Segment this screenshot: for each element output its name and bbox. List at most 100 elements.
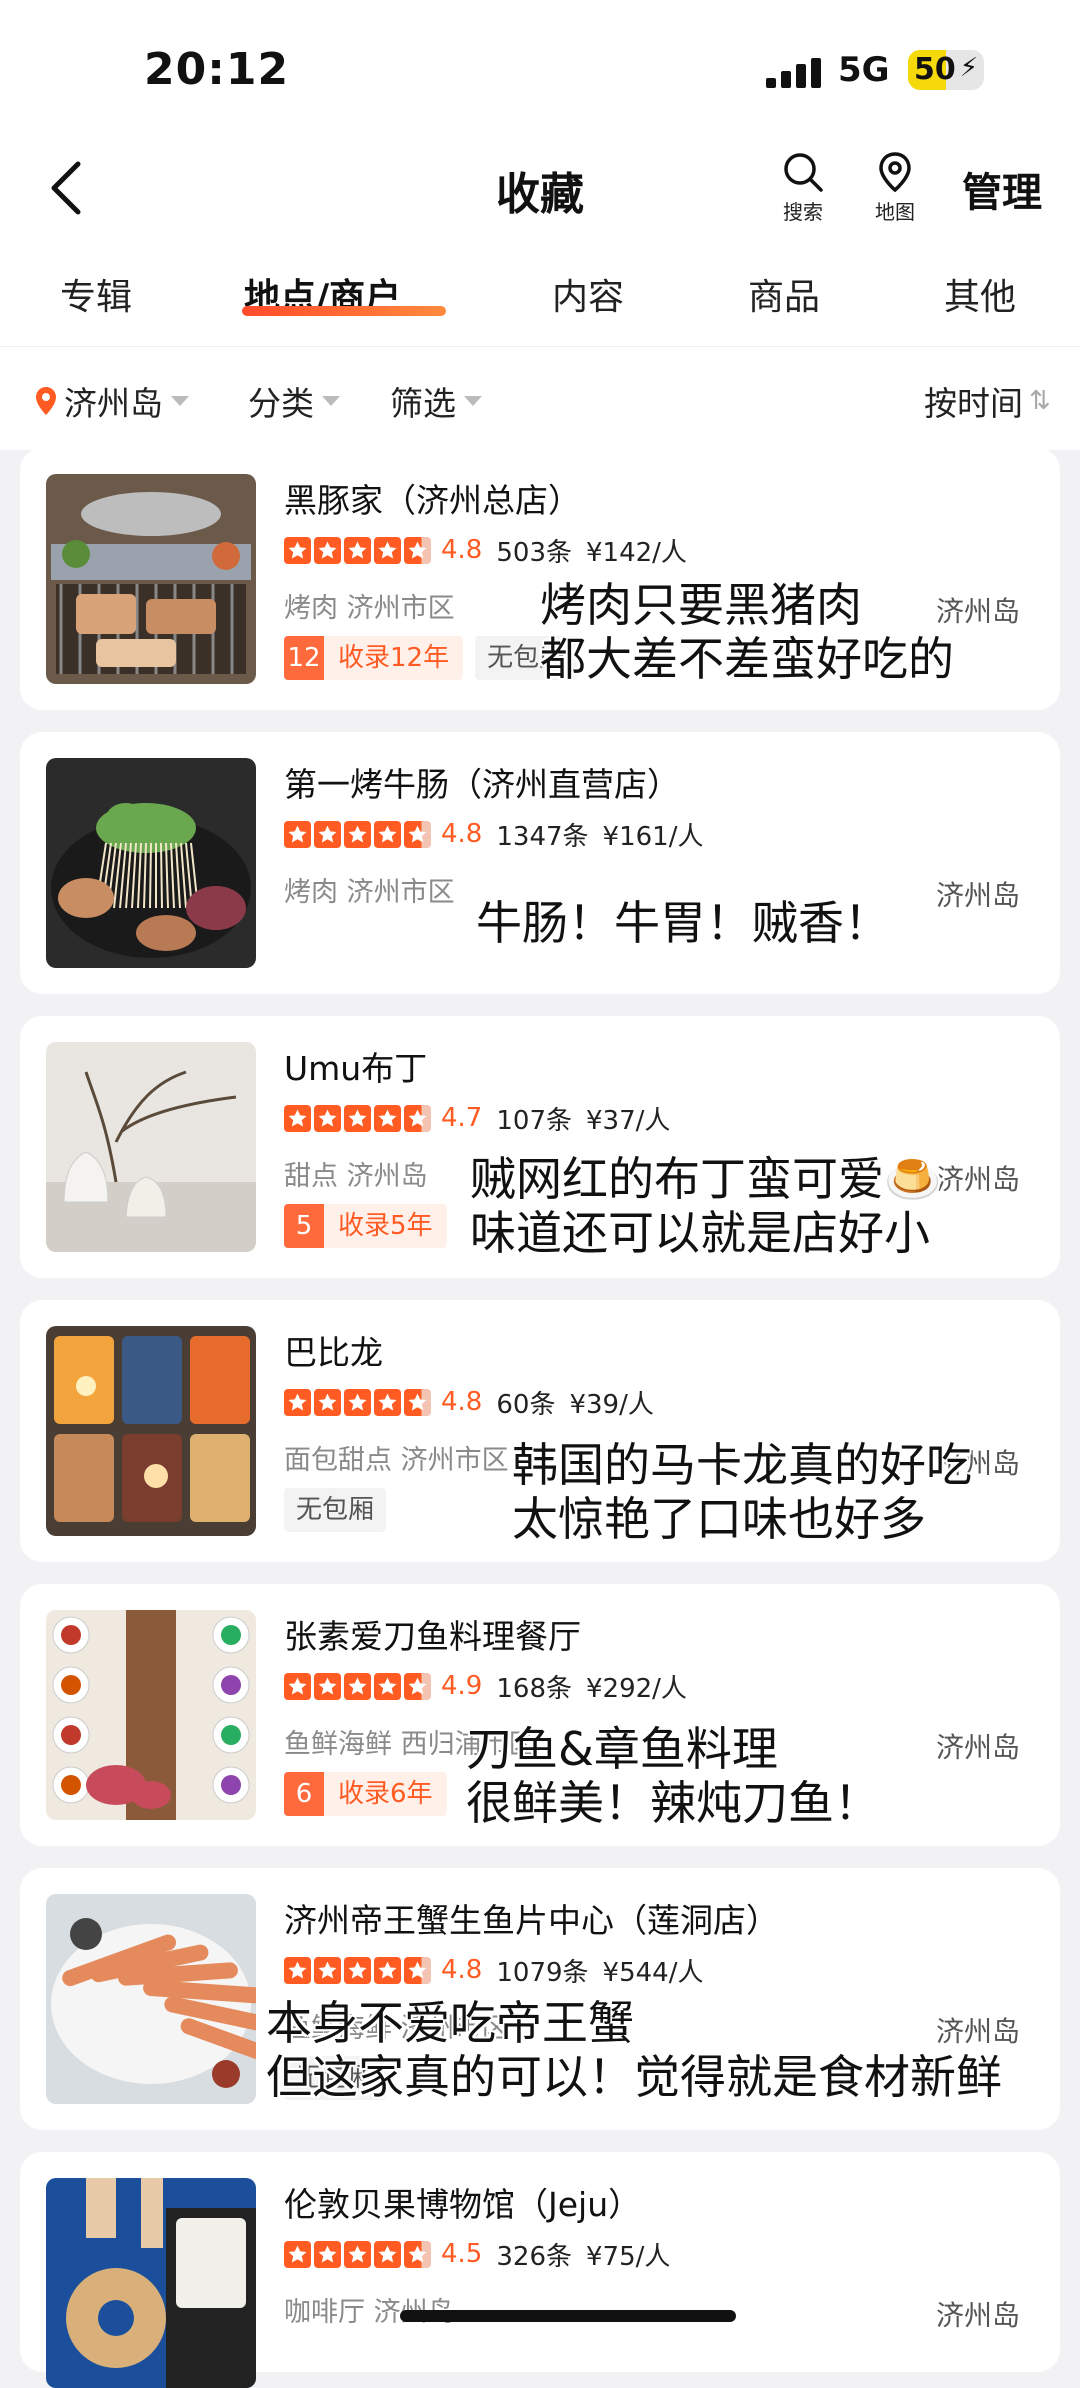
rating-row: 4.8 503条 ¥142/人: [284, 532, 687, 568]
category-filter-label: 分类: [248, 384, 314, 423]
search-button[interactable]: 搜索: [768, 150, 838, 225]
star-rating: [284, 1672, 431, 1700]
place-thumbnail[interactable]: [46, 1894, 256, 2104]
badge-number: 12: [284, 636, 324, 680]
review-count: 168条: [496, 1673, 572, 1704]
home-indicator: [400, 2310, 736, 2322]
map-button[interactable]: 地图: [860, 150, 930, 225]
category-tabs: 专辑 地点/商户 内容 商品 其他: [0, 250, 1080, 346]
charging-bolt-icon: ⚡: [959, 53, 978, 83]
star-icon: [404, 1104, 431, 1132]
no-private-room-badge: 无包厢: [284, 1488, 387, 1532]
place-thumbnail[interactable]: [46, 1610, 256, 1820]
place-thumbnail[interactable]: [46, 758, 256, 968]
place-name: 黑豚家（济州总店）: [284, 481, 581, 520]
search-icon: [784, 153, 823, 192]
status-bar: 20:12 5G 50 ⚡: [0, 0, 1080, 130]
place-thumbnail[interactable]: [46, 1326, 256, 1536]
review-count: 1347条: [496, 821, 589, 852]
map-pin-icon: [879, 152, 911, 193]
tab-content[interactable]: 内容: [552, 268, 624, 320]
star-icon: [314, 2240, 341, 2268]
refine-filter[interactable]: 筛选: [390, 377, 482, 425]
star-icon: [284, 1388, 311, 1416]
avg-price: ¥161/人: [602, 821, 704, 852]
badge-row: 无包厢: [284, 1488, 387, 1532]
star-icon: [284, 820, 311, 848]
nav-header: 收藏 搜索 地图 管理: [0, 130, 1080, 250]
star-icon: [284, 1672, 311, 1700]
place-thumbnail[interactable]: [46, 474, 256, 684]
caret-down-icon: [322, 396, 340, 406]
star-icon: [344, 1388, 371, 1416]
sort-control[interactable]: 按时间 ⇅: [924, 377, 1051, 425]
network-type: 5G: [838, 50, 890, 90]
years-listed-badge: 5 收录5年: [284, 1204, 447, 1248]
place-thumbnail[interactable]: [46, 2178, 256, 2388]
badge-number: 6: [284, 1772, 324, 1816]
review-count: 60条: [496, 1389, 556, 1420]
rating-score: 4.8: [441, 1955, 483, 1985]
badge-label: 收录6年: [324, 1772, 447, 1816]
battery-icon: 50 ⚡: [908, 50, 984, 90]
place-name: 伦敦贝果博物馆（Jeju）: [284, 2185, 642, 2224]
avg-price: ¥37/人: [586, 1105, 671, 1136]
years-listed-badge: 6 收录6年: [284, 1772, 447, 1816]
star-icon: [404, 536, 431, 564]
rating-row: 4.9 168条 ¥292/人: [284, 1668, 687, 1704]
star-icon: [344, 1672, 371, 1700]
status-time: 20:12: [144, 44, 290, 95]
search-label: 搜索: [783, 200, 823, 224]
tab-products[interactable]: 商品: [748, 268, 820, 320]
place-thumbnail[interactable]: [46, 1042, 256, 1252]
category-area: 烤肉 济州市区: [284, 877, 455, 908]
tab-albums[interactable]: 专辑: [60, 268, 132, 320]
category-area: 面包甜点 济州市区: [284, 1445, 509, 1476]
caret-down-icon: [464, 396, 482, 406]
location-filter[interactable]: 济州岛: [34, 377, 189, 425]
star-rating: [284, 820, 431, 848]
avg-price: ¥39/人: [569, 1389, 654, 1420]
overlay-note: 韩国的马卡龙真的好吃 太惊艳了口味也好多: [512, 1438, 972, 1546]
badge-label: 收录12年: [324, 636, 464, 680]
filter-bar: 济州岛 分类 筛选 按时间 ⇅: [0, 346, 1080, 450]
star-rating: [284, 2240, 431, 2268]
review-count: 503条: [496, 537, 572, 568]
star-icon: [284, 1956, 311, 1984]
star-icon: [344, 1956, 371, 1984]
note-line: 太惊艳了口味也好多: [512, 1492, 926, 1546]
sort-label: 按时间: [924, 384, 1023, 423]
star-icon: [404, 2240, 431, 2268]
note-line: 都大差不差蛮好吃的: [540, 632, 954, 686]
back-button[interactable]: [44, 158, 94, 218]
star-icon: [344, 820, 371, 848]
rating-row: 4.5 326条 ¥75/人: [284, 2236, 670, 2272]
star-icon: [374, 2240, 401, 2268]
star-icon: [284, 536, 311, 564]
battery-level: 50: [914, 52, 956, 87]
caret-down-icon: [171, 396, 189, 406]
tab-others[interactable]: 其他: [944, 268, 1016, 320]
manage-button[interactable]: 管理: [962, 160, 1042, 218]
active-tab-indicator: [242, 306, 446, 316]
star-rating: [284, 1956, 431, 1984]
rating-row: 4.7 107条 ¥37/人: [284, 1100, 670, 1136]
star-icon: [344, 2240, 371, 2268]
city-label: 济州岛: [935, 1731, 1020, 1764]
rating-score: 4.8: [441, 535, 483, 565]
rating-row: 4.8 1079条 ¥544/人: [284, 1952, 703, 1988]
category-filter[interactable]: 分类: [248, 377, 340, 425]
star-icon: [404, 820, 431, 848]
badge-number: 5: [284, 1204, 324, 1248]
star-icon: [314, 536, 341, 564]
city-label: 济州岛: [935, 1163, 1020, 1196]
place-name: 张素爱刀鱼料理餐厅: [284, 1617, 581, 1656]
place-card[interactable]: 第一烤牛肠（济州直营店） 4.8 1347条 ¥161/人 烤肉 济州市区 济州岛: [20, 732, 1060, 994]
note-line: 贼网红的布丁蛮可爱🍮: [470, 1152, 942, 1206]
place-card[interactable]: 伦敦贝果博物馆（Jeju） 4.5 326条 ¥75/人 咖啡厅 济州岛 济州岛: [20, 2152, 1060, 2388]
overlay-note: 刀鱼&章鱼料理 很鲜美！辣炖刀鱼！: [466, 1722, 880, 1830]
years-listed-badge: 12 收录12年: [284, 636, 464, 680]
note-line: 味道还可以就是店好小: [470, 1206, 930, 1260]
note-line: 韩国的马卡龙真的好吃: [512, 1438, 972, 1492]
note-line: 牛肠！牛胃！贼香！: [476, 896, 890, 950]
